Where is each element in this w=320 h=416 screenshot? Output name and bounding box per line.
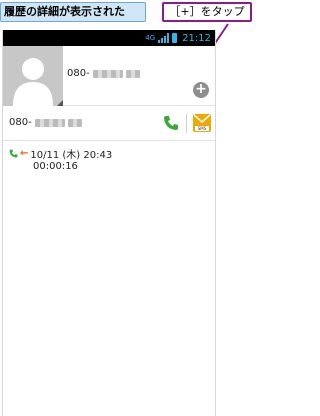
sms-label: SMS (195, 126, 209, 131)
message-icon[interactable]: SMS (193, 114, 211, 132)
contact-number-prefix: 080- (67, 68, 90, 79)
contact-number: 080- (67, 68, 140, 79)
status-bar: 4G 21:12 (3, 30, 215, 46)
avatar[interactable] (3, 46, 63, 106)
contact-header: 080- + (3, 46, 215, 106)
phone-icon[interactable] (163, 115, 179, 131)
callout-label: ［+］をタップ (162, 2, 252, 22)
phone-number-prefix: 080- (9, 117, 32, 128)
row-divider (186, 114, 187, 133)
outgoing-call-icon (9, 149, 18, 158)
phone-screen: 4G 21:12 080- + 080- SMS ← 10/11 (木) 20:… (2, 30, 216, 416)
envelope-flap (193, 114, 211, 123)
redacted-digits (34, 118, 65, 127)
person-silhouette-icon (13, 58, 53, 106)
redacted-digits (67, 118, 82, 127)
arrow-left-icon: ← (20, 148, 29, 159)
redacted-digits (125, 69, 140, 78)
status-time: 21:12 (182, 32, 211, 44)
number-row[interactable]: 080- SMS (3, 106, 215, 141)
battery-icon (172, 33, 178, 43)
plus-circle-icon[interactable]: + (193, 82, 209, 98)
phone-number: 080- (9, 117, 82, 128)
redacted-digits (92, 69, 123, 78)
signal-icon (158, 33, 170, 43)
call-duration: 00:00:16 (33, 161, 78, 172)
caption-label: 履歴の詳細が表示された (0, 2, 146, 22)
call-datetime: 10/11 (木) 20:43 (30, 150, 113, 161)
network-icon: 4G (145, 34, 156, 42)
call-history-entry: ← 10/11 (木) 20:43 00:00:16 (3, 141, 215, 173)
